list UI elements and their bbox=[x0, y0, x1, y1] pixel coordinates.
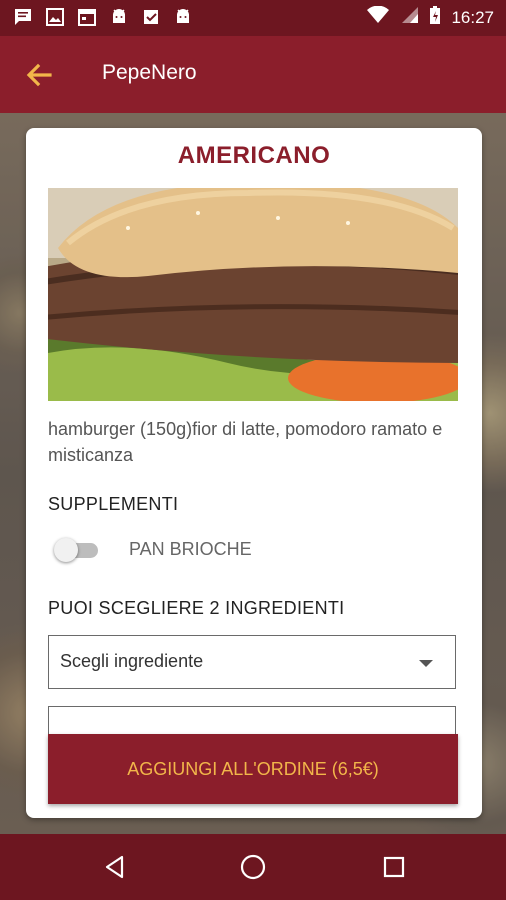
image-icon bbox=[44, 6, 66, 28]
android-icon bbox=[108, 6, 130, 28]
add-to-order-button[interactable]: AGGIUNGI ALL'ORDINE (6,5€) bbox=[48, 734, 458, 804]
home-circle-icon[interactable] bbox=[236, 850, 270, 884]
signal-icon bbox=[399, 6, 419, 29]
app-bar: PepeNero bbox=[0, 36, 506, 113]
message-icon bbox=[12, 6, 34, 28]
battery-charging-icon bbox=[429, 5, 441, 30]
product-description: hamburger (150g)fior di latte, pomodoro … bbox=[48, 419, 443, 465]
back-triangle-icon[interactable] bbox=[98, 850, 132, 884]
app-title: PepeNero bbox=[102, 61, 197, 84]
wifi-icon bbox=[367, 5, 390, 29]
status-bar: 16:27 bbox=[0, 0, 506, 36]
check-flag-icon bbox=[140, 6, 162, 28]
product-photo bbox=[48, 188, 458, 401]
arrow-left-icon[interactable] bbox=[22, 58, 56, 92]
pan-brioche-toggle[interactable] bbox=[54, 538, 100, 562]
system-nav-bar bbox=[0, 834, 506, 900]
supplements-label: SUPPLEMENTI bbox=[48, 494, 179, 514]
calendar-icon bbox=[76, 6, 98, 28]
status-time: 16:27 bbox=[451, 7, 494, 27]
ingredient-select-1[interactable]: Scegli ingrediente bbox=[48, 635, 456, 689]
product-card: AMERICANO hamburger (150g)fior di latte,… bbox=[26, 128, 482, 818]
android-icon bbox=[172, 6, 194, 28]
pan-brioche-label: PAN BRIOCHE bbox=[129, 539, 252, 559]
dropdown-arrow-icon bbox=[419, 660, 433, 667]
recents-square-icon[interactable] bbox=[377, 850, 411, 884]
add-to-order-label: AGGIUNGI ALL'ORDINE (6,5€) bbox=[127, 758, 379, 779]
ingredient-select-1-value: Scegli ingrediente bbox=[60, 651, 204, 671]
product-title: AMERICANO bbox=[177, 142, 331, 169]
ingredients-label: PUOI SCEGLIERE 2 INGREDIENTI bbox=[48, 598, 345, 618]
